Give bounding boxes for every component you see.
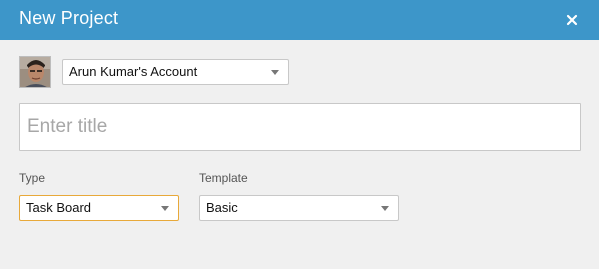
- new-project-dialog: New Project Arun Kumar's Account Type Te…: [0, 0, 599, 269]
- type-label: Type: [19, 171, 46, 185]
- user-avatar: [19, 56, 51, 88]
- template-select-value: Basic: [206, 200, 238, 215]
- account-select[interactable]: Arun Kumar's Account: [62, 59, 289, 85]
- chevron-down-icon: [271, 70, 279, 75]
- type-select[interactable]: Task Board: [19, 195, 179, 221]
- close-button[interactable]: [565, 13, 579, 27]
- template-label: Template: [199, 171, 248, 185]
- type-select-value: Task Board: [26, 200, 92, 215]
- title-input[interactable]: [19, 103, 581, 151]
- dialog-header: New Project: [0, 0, 599, 40]
- close-icon: [566, 14, 578, 26]
- account-select-value: Arun Kumar's Account: [69, 64, 198, 79]
- template-select[interactable]: Basic: [199, 195, 399, 221]
- chevron-down-icon: [161, 206, 169, 211]
- dialog-title: New Project: [19, 8, 119, 28]
- chevron-down-icon: [381, 206, 389, 211]
